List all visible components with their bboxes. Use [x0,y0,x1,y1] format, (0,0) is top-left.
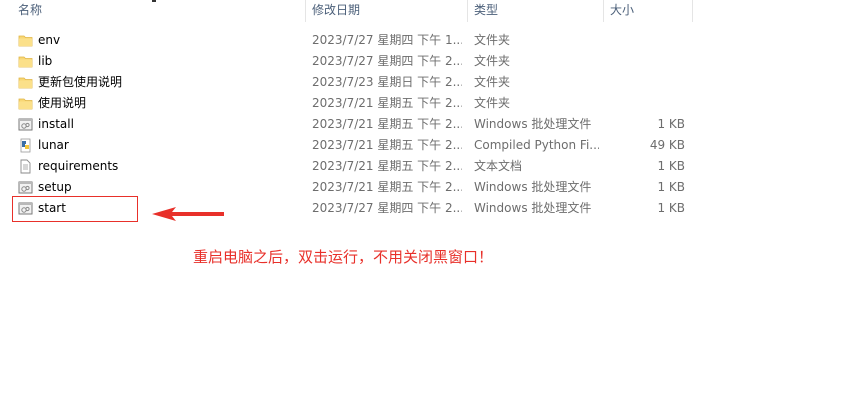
folder-icon [18,33,33,48]
file-size: 1 KB [657,159,685,173]
file-type: 文件夹 [474,33,511,47]
highlight-box [12,196,138,222]
column-separator[interactable] [692,0,693,22]
column-header: 名称 修改日期 类型 大小 [0,0,693,22]
file-type: Windows 批处理文件 [474,201,592,215]
file-name: lib [38,54,53,68]
file-name: 更新包使用说明 [38,75,123,89]
file-type: 文本文档 [474,159,523,173]
batch-file-icon [18,180,33,195]
file-name: requirements [38,159,119,173]
file-date: 2023/7/27 星期四 下午 2... [312,54,462,68]
file-type: 文件夹 [474,96,511,110]
file-size [604,72,685,93]
file-size [604,30,685,51]
folder-icon [18,75,33,90]
file-row[interactable]: install 2023/7/21 星期五 下午 2... Windows 批处… [0,114,693,135]
file-type: Compiled Python Fi... [474,138,599,152]
folder-icon [18,96,33,111]
column-date-header[interactable]: 修改日期 [306,0,466,22]
batch-file-icon [18,117,33,132]
file-name: 使用说明 [38,96,87,110]
file-size: 49 KB [649,138,685,152]
file-name: env [38,33,61,47]
file-list: env 2023/7/27 星期四 下午 1... 文件夹 lib 2023/7… [0,30,693,219]
file-name: install [38,117,74,131]
file-type: Windows 批处理文件 [474,180,592,194]
file-type: 文件夹 [474,75,511,89]
column-type-header[interactable]: 类型 [468,0,602,22]
annotation-text: 重启电脑之后，双击运行，不用关闭黑窗口！ [193,248,494,266]
column-size-header[interactable]: 大小 [604,0,692,22]
text-file-icon [18,159,33,174]
file-date: 2023/7/21 星期五 下午 2... [312,180,462,194]
file-row[interactable]: requirements 2023/7/21 星期五 下午 2... 文本文档 … [0,156,693,177]
file-size [604,93,685,114]
file-size [604,51,685,72]
file-name: setup [38,180,72,194]
file-date: 2023/7/21 星期五 下午 2... [312,96,462,110]
file-date: 2023/7/21 星期五 下午 2... [312,138,462,152]
file-date: 2023/7/21 星期五 下午 2... [312,117,462,131]
file-row[interactable]: lib 2023/7/27 星期四 下午 2... 文件夹 [0,51,693,72]
file-size: 1 KB [657,117,685,131]
file-row[interactable]: env 2023/7/27 星期四 下午 1... 文件夹 [0,30,693,51]
file-size: 1 KB [657,180,685,194]
file-date: 2023/7/21 星期五 下午 2... [312,159,462,173]
file-type: Windows 批处理文件 [474,117,592,131]
python-file-icon [18,138,33,153]
file-row[interactable]: setup 2023/7/21 星期五 下午 2... Windows 批处理文… [0,177,693,198]
file-date: 2023/7/23 星期日 下午 2... [312,75,462,89]
file-date: 2023/7/27 星期四 下午 2... [312,201,462,215]
file-row[interactable]: lunar 2023/7/21 星期五 下午 2... Compiled Pyt… [0,135,693,156]
arrow-left-icon [152,207,224,221]
file-row[interactable]: 使用说明 2023/7/21 星期五 下午 2... 文件夹 [0,93,693,114]
column-name-header[interactable]: 名称 [12,0,304,22]
file-row[interactable]: 更新包使用说明 2023/7/23 星期日 下午 2... 文件夹 [0,72,693,93]
folder-icon [18,54,33,69]
file-date: 2023/7/27 星期四 下午 1... [312,33,462,47]
file-type: 文件夹 [474,54,511,68]
file-name: lunar [38,138,69,152]
file-size: 1 KB [657,201,685,215]
